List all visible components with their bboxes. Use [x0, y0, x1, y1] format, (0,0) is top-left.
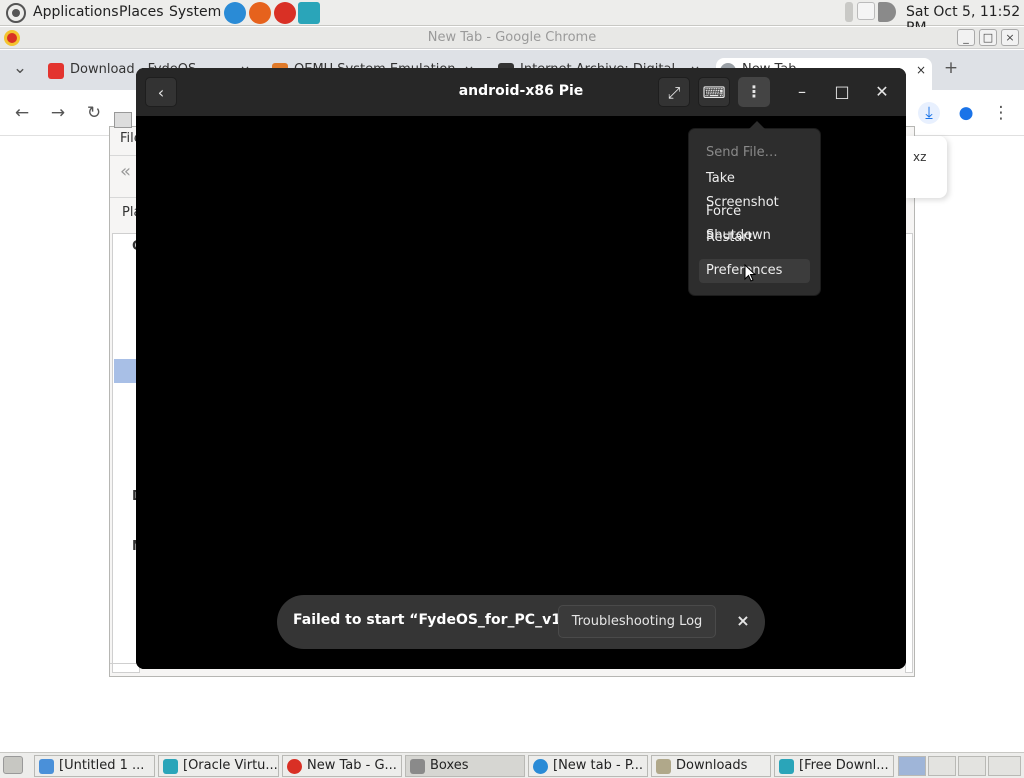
firefox-launcher-icon[interactable]: [249, 2, 271, 24]
notification-message: Failed to start “FydeOS_for_PC_v18”: [293, 612, 580, 628]
fullscreen-button[interactable]: ⤢: [658, 77, 690, 107]
task-label: [Oracle Virtu...: [183, 758, 278, 773]
error-notification: Failed to start “FydeOS_for_PC_v18” Trou…: [277, 595, 765, 649]
fydeos-favicon-icon: [48, 63, 64, 79]
panel-separator-icon: [845, 2, 853, 22]
workspace-3[interactable]: [958, 756, 986, 776]
chrome-close-button[interactable]: ×: [1001, 29, 1019, 46]
vscode-icon: [163, 759, 178, 774]
chrome-menu-icon[interactable]: ⋮: [990, 102, 1012, 124]
gnome-foot-icon[interactable]: [6, 3, 26, 23]
task-untitled[interactable]: [Untitled 1 ...: [34, 755, 155, 777]
top-panel: Applications Places System Sat Oct 5, 11…: [0, 0, 1024, 36]
tab-search-button[interactable]: ⌄: [9, 57, 31, 79]
bottom-taskbar: [Untitled 1 ... [Oracle Virtu... New Tab…: [0, 752, 1024, 778]
downloads-icon[interactable]: ⤓: [918, 102, 940, 124]
show-desktop-icon[interactable]: [3, 756, 23, 774]
task-downloads[interactable]: Downloads: [651, 755, 771, 777]
force-shutdown-item[interactable]: Force Shutdown: [699, 200, 810, 243]
back-icon[interactable]: ←: [11, 102, 33, 124]
boxes-headerbar: ‹ android-x86 Pie ⤢ ⌨ ⋮ – □ ✕: [136, 68, 906, 116]
troubleshooting-log-button[interactable]: Troubleshooting Log: [558, 605, 716, 638]
minimize-button[interactable]: –: [786, 77, 818, 107]
close-button[interactable]: ✕: [866, 77, 898, 107]
task-label: [Free Downl...: [799, 758, 889, 773]
task-label: Boxes: [430, 758, 469, 773]
notification-close-button[interactable]: ×: [732, 609, 754, 633]
restart-item[interactable]: Restart: [699, 226, 810, 250]
system-menu[interactable]: System: [169, 4, 221, 20]
vscode-icon: [779, 759, 794, 774]
applications-menu[interactable]: Applications: [33, 4, 119, 20]
task-new-tab-edge[interactable]: [New tab - P...: [528, 755, 648, 777]
send-file-item: Send File…: [706, 145, 778, 160]
fm-back-icon[interactable]: «: [120, 161, 131, 182]
vscode-launcher-icon[interactable]: [298, 2, 320, 24]
boxes-icon: [410, 759, 425, 774]
folder-icon: [656, 759, 671, 774]
edge-icon: [533, 759, 548, 774]
places-menu[interactable]: Places: [119, 4, 164, 20]
workspace-1[interactable]: [898, 756, 926, 776]
reload-icon[interactable]: ↻: [83, 102, 105, 124]
forward-icon[interactable]: →: [47, 102, 69, 124]
menu-separator: [699, 195, 810, 196]
mouse-cursor-icon: [744, 264, 756, 282]
workspace-2[interactable]: [928, 756, 956, 776]
task-boxes[interactable]: Boxes: [405, 755, 525, 777]
task-oracle-virtualbox[interactable]: [Oracle Virtu...: [158, 755, 279, 777]
download-bubble: xz: [905, 136, 947, 198]
tab-close-button[interactable]: ×: [916, 58, 926, 82]
task-label: Downloads: [676, 758, 748, 773]
task-new-tab-chrome[interactable]: New Tab - G...: [282, 755, 402, 777]
maximize-button[interactable]: □: [826, 77, 858, 107]
chrome-dev-launcher-icon[interactable]: [274, 2, 296, 24]
take-screenshot-item[interactable]: Take Screenshot: [699, 167, 810, 210]
keyboard-button[interactable]: ⌨: [698, 77, 730, 107]
chrome-icon: [287, 759, 302, 774]
writer-icon: [39, 759, 54, 774]
chrome-titlebar: New Tab - Google Chrome _ □ ×: [0, 27, 1024, 49]
fm-scrollbar[interactable]: [905, 233, 913, 673]
task-label: New Tab - G...: [307, 758, 397, 773]
folder-icon: [114, 112, 132, 128]
task-label: [New tab - P...: [553, 758, 644, 773]
profile-icon[interactable]: ●: [955, 102, 977, 124]
workspace-4[interactable]: [988, 756, 1021, 776]
vm-menu-button[interactable]: ⋮: [738, 77, 770, 107]
volume-icon[interactable]: [878, 2, 896, 22]
edge-dev-launcher-icon[interactable]: [224, 2, 246, 24]
task-free-download[interactable]: [Free Downl...: [774, 755, 894, 777]
popover-arrow: [749, 121, 765, 129]
task-label: [Untitled 1 ...: [59, 758, 145, 773]
download-filename-partial: xz: [913, 150, 927, 164]
new-tab-button[interactable]: +: [940, 57, 962, 79]
chrome-minimize-button[interactable]: _: [957, 29, 975, 46]
notification-area-icon[interactable]: [857, 2, 875, 20]
chrome-window-title: New Tab - Google Chrome: [427, 30, 597, 45]
chrome-maximize-button[interactable]: □: [979, 29, 997, 46]
